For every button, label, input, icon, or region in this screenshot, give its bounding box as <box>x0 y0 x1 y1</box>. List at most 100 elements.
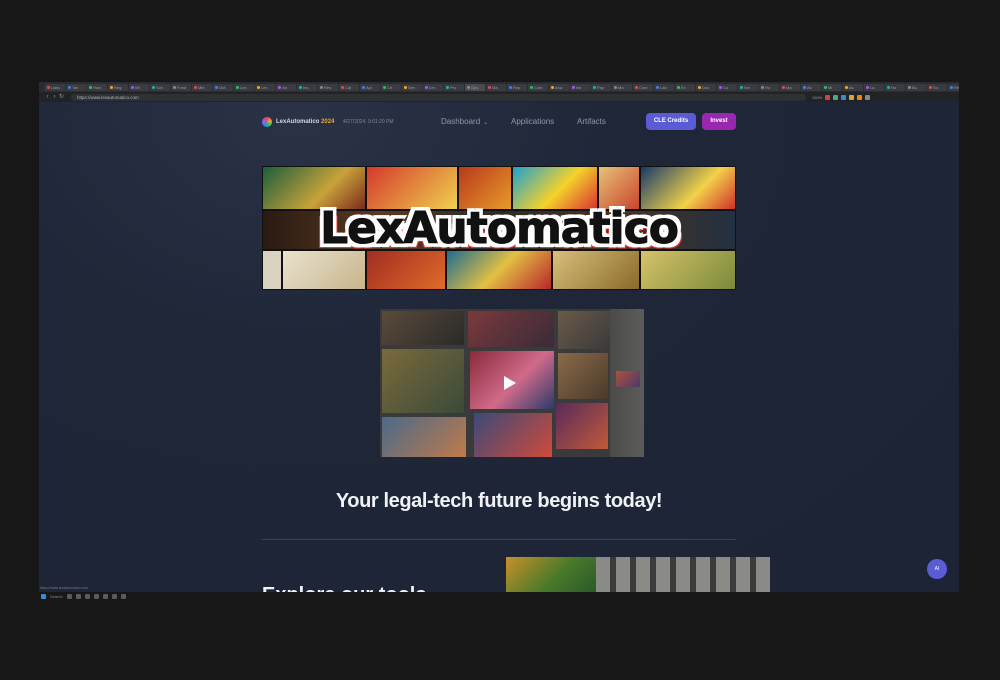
nav-applications[interactable]: Applications <box>511 117 554 127</box>
video-frame <box>474 413 552 457</box>
browser-tab[interactable]: Wi <box>129 83 149 91</box>
favicon-icon <box>551 85 554 89</box>
extension-icon[interactable] <box>849 94 855 100</box>
taskbar-app-icon[interactable] <box>93 593 99 599</box>
browser-tab[interactable]: Ab <box>276 83 296 91</box>
menu-icon[interactable] <box>865 94 871 100</box>
browser-tab[interactable]: Dev <box>402 83 422 91</box>
favicon-icon <box>320 85 323 89</box>
browser-tab[interactable]: Res <box>318 83 338 91</box>
browser-tab[interactable]: Re <box>948 83 959 91</box>
browser-tab[interactable]: As <box>843 83 863 91</box>
browser-tab[interactable]: Ma <box>780 83 800 91</box>
browser-tab[interactable]: Tax <box>66 83 86 91</box>
browser-tab[interactable]: So <box>927 83 947 91</box>
browser-tab[interactable]: Ins <box>297 83 317 91</box>
forward-icon[interactable]: › <box>51 94 58 101</box>
logo-icon[interactable] <box>262 117 272 127</box>
browser-tab[interactable]: Bu <box>906 83 926 91</box>
tab-label: Doc <box>702 84 710 90</box>
start-icon[interactable] <box>41 593 46 599</box>
taskbar-search[interactable]: Search <box>50 594 63 599</box>
tab-label: Lab <box>660 84 667 90</box>
browser-tab[interactable]: Doc <box>696 83 716 91</box>
browser-tab[interactable]: Reg <box>108 83 128 91</box>
browser-tab[interactable]: Pro <box>444 83 464 91</box>
browser-tab[interactable]: Ho <box>885 83 905 91</box>
browser-tab[interactable]: Mi <box>822 83 842 91</box>
video-player[interactable] <box>380 309 644 457</box>
tab-label: Ma <box>786 84 792 90</box>
favicon-icon <box>467 85 470 89</box>
tab-label: So <box>933 84 938 90</box>
extension-icon[interactable] <box>833 94 839 100</box>
extension-icon[interactable] <box>841 94 847 100</box>
profile-icon[interactable] <box>857 94 863 100</box>
headline: Your legal-tech future begins today! <box>335 490 663 512</box>
favicon-icon <box>404 85 407 89</box>
browser-tab[interactable]: Ana <box>549 83 569 91</box>
browser-tab[interactable]: Ink <box>570 83 590 91</box>
taskbar-app-icon[interactable] <box>84 593 90 599</box>
taskbar-app-icon[interactable] <box>102 593 108 599</box>
tab-label: La <box>870 84 875 90</box>
building-facade <box>596 557 770 592</box>
browser-tab[interactable]: Ser <box>738 83 758 91</box>
browser-tab[interactable]: Co <box>717 83 737 91</box>
browser-tab[interactable]: Com <box>528 83 548 91</box>
taskbar-app-icon[interactable] <box>111 593 117 599</box>
favicon-icon <box>446 85 449 89</box>
browser-tab[interactable]: Mkt <box>192 83 212 91</box>
invest-button[interactable]: Invest <box>702 113 736 130</box>
browser-tab[interactable]: Com <box>633 83 653 91</box>
tab-label: Com <box>639 84 648 90</box>
reload-icon[interactable]: ↻ <box>58 94 65 101</box>
url-field[interactable]: https://www.lexautomatico.com <box>71 93 806 101</box>
browser-tab[interactable]: Api <box>360 83 380 91</box>
browser-tab[interactable]: Labs <box>45 83 65 91</box>
browser-tab[interactable]: Ma <box>612 83 632 91</box>
nav-artifacts[interactable]: Artifacts <box>577 117 606 127</box>
section-title: Explore our tools <box>262 583 426 592</box>
favicon-icon <box>614 85 617 89</box>
banner-title: LexAutomatico <box>320 203 680 255</box>
browser-tab[interactable]: La <box>864 83 884 91</box>
datetime-display: 4/27/2024, 9:01:20 PM <box>343 119 394 125</box>
hero-banner-image: LexAutomatico <box>262 166 736 290</box>
tab-label: Lex <box>429 84 436 90</box>
nav-dashboard[interactable]: Dashboard ⌄ <box>441 117 488 128</box>
browser-tab[interactable]: Ex <box>675 83 695 91</box>
zoom-indicator[interactable]: 150% <box>812 95 822 100</box>
taskbar-app-icon[interactable] <box>120 593 126 599</box>
back-icon[interactable]: ‹ <box>44 94 51 101</box>
browser-tab[interactable]: Out <box>213 83 233 91</box>
browser-tab[interactable]: Ctr <box>381 83 401 91</box>
favicon-icon <box>425 85 428 89</box>
browser-tab[interactable]: Hom <box>87 83 107 91</box>
browser-tab[interactable]: Lex <box>255 83 275 91</box>
browser-tab[interactable]: Lex <box>423 83 443 91</box>
tab-label: Ana <box>555 84 563 90</box>
cle-credits-button[interactable]: CLE Credits <box>646 113 696 130</box>
browser-tab[interactable]: Lex <box>234 83 254 91</box>
chat-button[interactable]: AI <box>927 559 947 579</box>
tab-label: Ak <box>807 84 812 90</box>
browser-tab[interactable]: Sch <box>150 83 170 91</box>
browser-tab[interactable]: Fund <box>171 83 191 91</box>
browser-tab[interactable]: Ops <box>465 83 485 91</box>
browser-tab[interactable]: Ma <box>486 83 506 91</box>
browser-tab[interactable]: Ak <box>801 83 821 91</box>
browser-tab[interactable]: Cal <box>339 83 359 91</box>
browser-tab[interactable]: Rep <box>507 83 527 91</box>
tab-label: Labs <box>51 84 60 90</box>
brand[interactable]: LexAutomatico 2024 <box>276 118 334 126</box>
browser-tab[interactable]: Hu <box>759 83 779 91</box>
extension-icon[interactable] <box>825 94 831 100</box>
taskbar-app-icon[interactable] <box>75 593 81 599</box>
browser-tab[interactable]: Pay <box>591 83 611 91</box>
browser-tab[interactable]: Lab <box>654 83 674 91</box>
play-icon[interactable] <box>504 376 516 390</box>
taskbar-app-icon[interactable] <box>66 593 72 599</box>
divider <box>262 539 736 540</box>
favicon-icon <box>341 85 344 89</box>
